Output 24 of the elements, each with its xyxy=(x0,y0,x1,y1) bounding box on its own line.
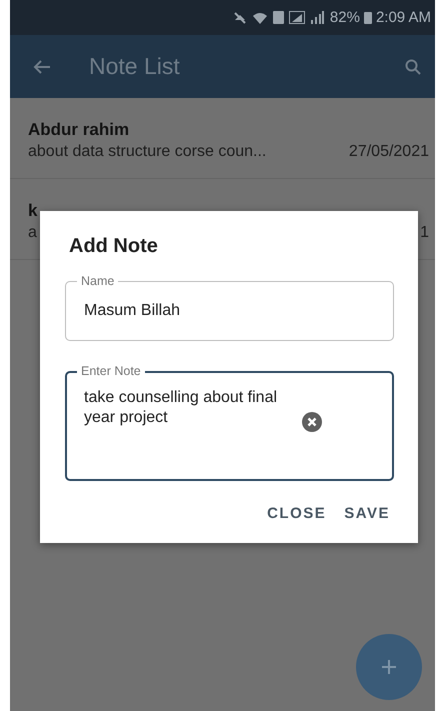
note-preview: about data structure corse coun... xyxy=(28,143,266,161)
battery-percent: 82% xyxy=(330,9,360,26)
note-title: k xyxy=(28,201,38,221)
clear-icon[interactable] xyxy=(302,412,322,432)
dialog-action-button[interactable]: CLOSE xyxy=(263,499,330,528)
field-value: Masum Billah xyxy=(84,301,182,321)
wifi-icon xyxy=(252,10,268,24)
note-date: 1 xyxy=(420,224,429,242)
signal-icon xyxy=(288,11,305,24)
field-value: take counselling about final year project xyxy=(84,388,278,428)
dialog-title: Add Note xyxy=(69,235,159,258)
note-preview: a xyxy=(28,224,37,242)
note-text-area[interactable]: Enter Note take counselling about final year project xyxy=(65,362,394,481)
note-title: Abdur rahim xyxy=(28,120,130,140)
back-arrow-icon[interactable] xyxy=(33,58,51,74)
note-date: 27/05/2021 xyxy=(348,143,429,161)
search-icon[interactable] xyxy=(405,58,421,74)
signal-bars-icon xyxy=(310,11,324,24)
plus-icon xyxy=(382,660,396,674)
app-bar-title: Note List xyxy=(89,53,181,80)
name-input-field[interactable]: Name Masum Billah xyxy=(65,272,394,341)
dialog-action-button[interactable]: SAVE xyxy=(340,499,394,528)
clock-time: 2:09 AM xyxy=(376,9,431,26)
battery-icon xyxy=(364,11,372,24)
